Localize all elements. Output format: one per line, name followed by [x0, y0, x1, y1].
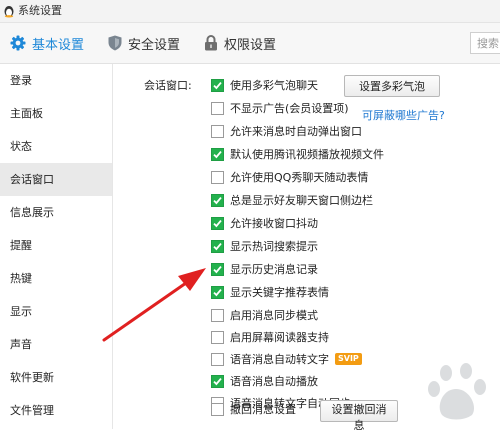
lock-icon	[205, 35, 217, 51]
checkbox-checked[interactable]	[211, 147, 224, 161]
option-row[interactable]: 允许来消息时自动弹出窗口	[211, 122, 362, 140]
option-label: 允许接收窗口抖动	[230, 217, 318, 230]
option-label: 语音消息自动播放	[230, 375, 318, 388]
section-label: 会话窗口:	[144, 79, 192, 92]
option-row[interactable]: 显示关键字推荐表情	[211, 283, 329, 301]
checkbox[interactable]	[211, 330, 224, 344]
option-row[interactable]: 允许使用QQ秀聊天随动表情	[211, 168, 368, 186]
option-row[interactable]: 显示热词搜索提示	[211, 237, 318, 255]
sidebar-item-display[interactable]: 显示	[0, 295, 112, 328]
option-label: 默认使用腾讯视频播放视频文件	[230, 148, 384, 161]
checkbox[interactable]	[211, 101, 224, 115]
option-row[interactable]: 默认使用腾讯视频播放视频文件	[211, 145, 384, 163]
sidebar-item-status[interactable]: 状态	[0, 130, 112, 163]
option-label: 启用屏幕阅读器支持	[230, 331, 329, 344]
gear-icon	[10, 35, 26, 51]
option-label: 显示关键字推荐表情	[230, 286, 329, 299]
option-row[interactable]: 语音消息自动转文字 SVIP	[211, 350, 362, 368]
qq-penguin-icon	[4, 6, 14, 18]
option-row[interactable]: 启用屏幕阅读器支持	[211, 328, 329, 346]
checkmark-icon	[213, 288, 222, 296]
checkmark-icon	[213, 219, 222, 227]
option-row[interactable]: 撤回消息设置	[211, 400, 296, 418]
option-row[interactable]: 显示历史消息记录	[211, 260, 318, 278]
checkbox-checked[interactable]	[211, 285, 224, 299]
option-label: 不显示广告(会员设置项)	[230, 102, 349, 115]
checkbox-checked[interactable]	[211, 239, 224, 253]
sidebar-item-hotkeys[interactable]: 热键	[0, 262, 112, 295]
sidebar-item-chat-window[interactable]: 会话窗口	[0, 163, 112, 196]
checkbox[interactable]	[211, 308, 224, 322]
search-input[interactable]	[470, 32, 500, 54]
checkmark-icon	[213, 242, 222, 250]
checkmark-icon	[213, 377, 222, 385]
checkbox-checked[interactable]	[211, 262, 224, 276]
sidebar-item-software-update[interactable]: 软件更新	[0, 361, 112, 394]
option-label: 允许来消息时自动弹出窗口	[230, 125, 362, 138]
option-row[interactable]: 使用多彩气泡聊天	[211, 76, 318, 94]
checkbox-checked[interactable]	[211, 193, 224, 207]
shield-icon	[108, 35, 122, 51]
option-row[interactable]: 不显示广告(会员设置项)	[211, 99, 349, 117]
option-row[interactable]: 语音消息自动播放	[211, 372, 318, 390]
checkbox-checked[interactable]	[211, 216, 224, 230]
option-label: 使用多彩气泡聊天	[230, 79, 318, 92]
sidebar-item-login[interactable]: 登录	[0, 64, 112, 97]
tab-label: 安全设置	[128, 37, 181, 53]
option-row[interactable]: 总是显示好友聊天窗口侧边栏	[211, 191, 373, 209]
option-label: 显示热词搜索提示	[230, 240, 318, 253]
checkmark-icon	[213, 196, 222, 204]
tab-label: 基本设置	[32, 37, 85, 53]
option-row[interactable]: 启用消息同步模式	[211, 306, 318, 324]
tab-basic-settings[interactable]: 基本设置	[10, 23, 84, 63]
settings-sidebar: 登录 主面板 状态 会话窗口 信息展示 提醒 热键 显示 声音 软件更新 文件管…	[0, 64, 113, 429]
option-label: 启用消息同步模式	[230, 309, 318, 322]
tab-permission-settings[interactable]: 权限设置	[204, 23, 276, 63]
set-bubble-button[interactable]: 设置多彩气泡	[344, 75, 440, 97]
checkbox[interactable]	[211, 170, 224, 184]
baidu-jingyan-watermark-icon	[428, 363, 486, 420]
option-label: 允许使用QQ秀聊天随动表情	[230, 171, 369, 184]
option-label: 语音消息自动转文字	[230, 353, 329, 366]
sidebar-item-file-management[interactable]: 文件管理	[0, 394, 112, 427]
option-row[interactable]: 允许接收窗口抖动	[211, 214, 318, 232]
blockable-ads-link[interactable]: 可屏蔽哪些广告?	[362, 107, 445, 123]
checkmark-icon	[213, 265, 222, 273]
window-title: 系统设置	[18, 4, 62, 17]
checkmark-icon	[213, 150, 222, 158]
option-label: 总是显示好友聊天窗口侧边栏	[230, 194, 373, 207]
sidebar-item-info-display[interactable]: 信息展示	[0, 196, 112, 229]
checkbox-checked[interactable]	[211, 78, 224, 92]
checkbox-checked[interactable]	[211, 374, 224, 388]
option-label: 显示历史消息记录	[230, 263, 318, 276]
svip-badge: SVIP	[335, 353, 362, 365]
checkbox[interactable]	[211, 124, 224, 138]
sidebar-item-main-panel[interactable]: 主面板	[0, 97, 112, 130]
tab-label: 权限设置	[224, 37, 277, 53]
checkbox[interactable]	[211, 352, 224, 366]
sidebar-item-reminders[interactable]: 提醒	[0, 229, 112, 262]
checkmark-icon	[213, 81, 222, 89]
title-bar: 系统设置	[0, 0, 500, 23]
set-recall-button[interactable]: 设置撤回消息	[320, 400, 398, 432]
checkbox[interactable]	[211, 402, 224, 416]
tab-security-settings[interactable]: 安全设置	[108, 23, 180, 63]
sidebar-item-sound[interactable]: 声音	[0, 328, 112, 361]
settings-tab-bar: 基本设置 安全设置 权限设置	[0, 23, 500, 64]
option-label: 撤回消息设置	[230, 403, 296, 416]
